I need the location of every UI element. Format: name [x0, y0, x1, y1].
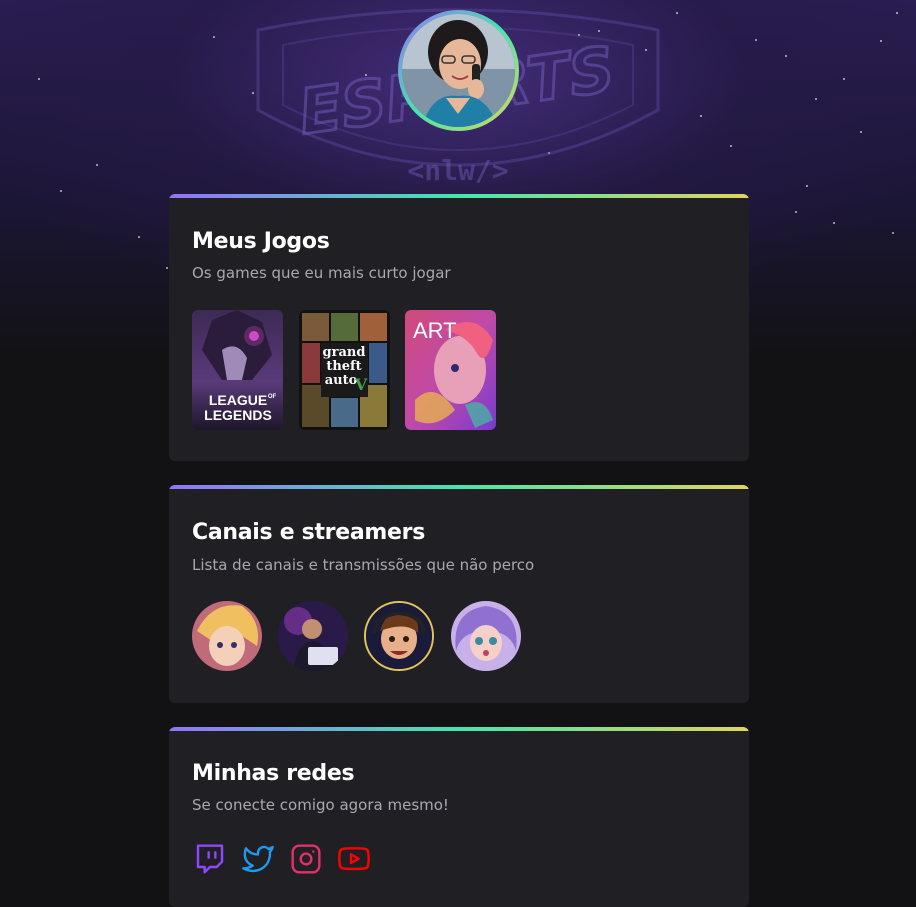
art-cover: ART [405, 310, 496, 430]
game-art[interactable]: ART [405, 310, 496, 430]
section-subtitle: Lista de canais e transmissões que não p… [192, 556, 535, 574]
watermark-sub: <nlw/> [407, 154, 508, 187]
card-gradient-bar [169, 727, 749, 731]
game-league-of-legends[interactable]: LEAGUE OF LEGENDS [192, 310, 283, 430]
section-subtitle: Se conecte comigo agora mesmo! [192, 796, 449, 814]
lol-logo-line1: LEAGUE [209, 392, 267, 408]
lol-logo-of: OF [268, 394, 277, 400]
channel-avatar[interactable] [192, 601, 262, 671]
channel-avatar[interactable] [451, 601, 521, 671]
gta-logo-line1: grand [323, 345, 366, 360]
card-gradient-bar [169, 194, 749, 198]
youtube-icon[interactable] [338, 843, 370, 875]
lol-logo-line2: LEGENDS [204, 407, 272, 423]
gta-logo-line3: auto [325, 373, 358, 388]
gta-v-cover: grand theft auto V [299, 310, 390, 430]
games-card: Meus Jogos Os games que eu mais curto jo… [169, 194, 749, 461]
section-title: Meus Jogos [192, 229, 330, 254]
section-subtitle: Os games que eu mais curto jogar [192, 264, 451, 282]
league-of-legends-cover: LEAGUE OF LEGENDS [192, 310, 283, 430]
gta-logo-line2: theft [326, 359, 361, 374]
game-grand-theft-auto-v[interactable]: grand theft auto V [299, 310, 390, 430]
profile-avatar[interactable] [398, 10, 519, 131]
card-gradient-bar [169, 485, 749, 489]
instagram-icon[interactable] [290, 843, 322, 875]
twitch-icon[interactable] [194, 843, 226, 875]
avatar-photo [402, 14, 515, 127]
twitter-icon[interactable] [242, 843, 274, 875]
social-card: Minhas redes Se conecte comigo agora mes… [169, 727, 749, 907]
channels-card: Canais e streamers Lista de canais e tra… [169, 485, 749, 703]
gta-logo-v: V [354, 375, 368, 394]
section-title: Canais e streamers [192, 520, 425, 545]
channel-avatar[interactable] [278, 601, 348, 671]
art-logo-text: ART [413, 318, 457, 343]
section-title: Minhas redes [192, 761, 355, 786]
channel-avatar[interactable] [364, 601, 434, 671]
